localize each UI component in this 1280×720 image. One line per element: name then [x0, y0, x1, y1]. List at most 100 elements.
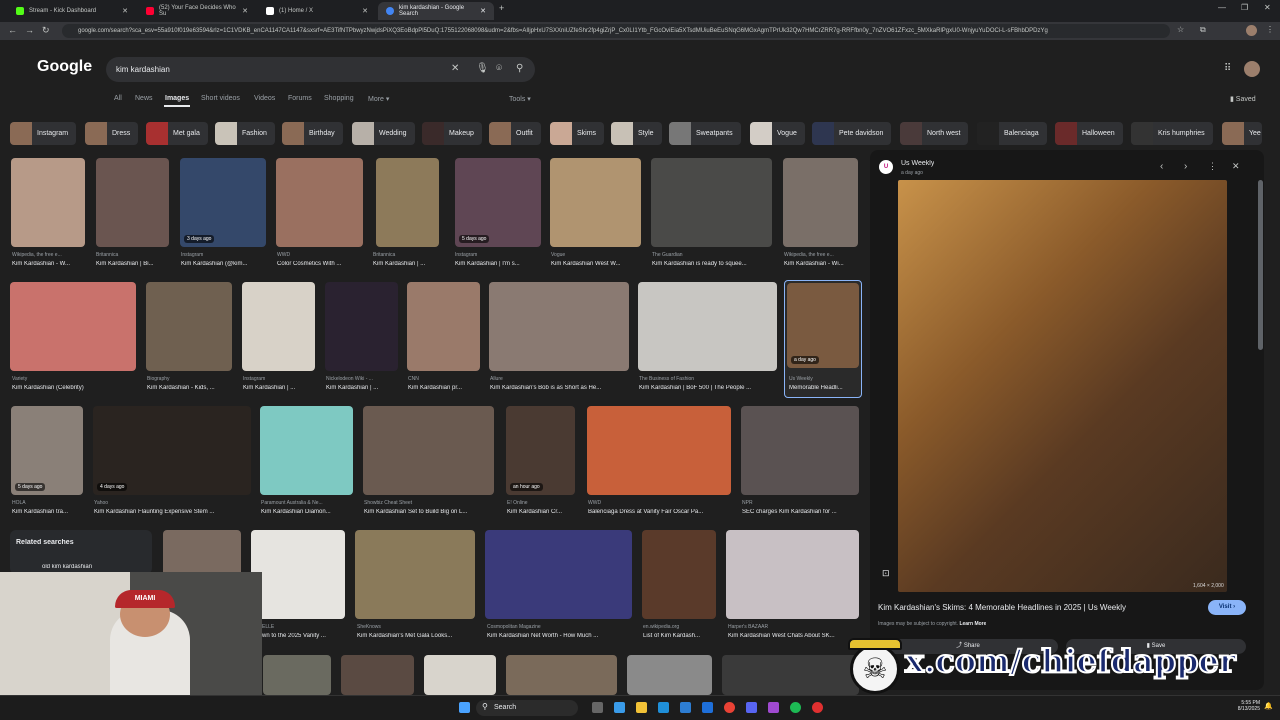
- result-image[interactable]: [11, 158, 85, 247]
- result-caption[interactable]: Kim Kardashian - Kids, ...: [147, 385, 233, 391]
- result-source[interactable]: Wikipedia, the free e...: [12, 252, 84, 258]
- taskbar-search[interactable]: Search: [476, 700, 578, 716]
- result-source[interactable]: The Guardian: [652, 252, 772, 258]
- close-icon[interactable]: ✕: [242, 7, 248, 15]
- copilot-icon[interactable]: [614, 702, 625, 713]
- result-source[interactable]: E! Online: [507, 500, 575, 506]
- panel-source[interactable]: Us Weekly: [901, 160, 934, 167]
- extensions-icon[interactable]: ⧉: [1200, 25, 1206, 35]
- tab-forums[interactable]: Forums: [288, 95, 312, 102]
- obs-icon[interactable]: [812, 702, 823, 713]
- result-source[interactable]: Biography: [147, 376, 233, 382]
- close-icon[interactable]: ✕: [122, 7, 128, 15]
- result-image[interactable]: [783, 158, 858, 247]
- search-input[interactable]: kim kardashian: [106, 57, 535, 82]
- chip[interactable]: Instagram: [10, 122, 77, 145]
- result-source[interactable]: Britannica: [373, 252, 443, 258]
- browser-tab-google[interactable]: kim kardashian - Google Search ✕: [378, 2, 494, 20]
- result-caption[interactable]: List of Kim Kardash...: [643, 633, 716, 639]
- clock[interactable]: 5:55 PM 8/13/2025: [1232, 700, 1260, 712]
- panel-scrollbar[interactable]: [1258, 180, 1263, 350]
- menu-icon[interactable]: ⋮: [1266, 25, 1274, 34]
- chip[interactable]: Yee: [1222, 122, 1262, 145]
- result-caption[interactable]: Memorable Headli...: [789, 385, 859, 391]
- result-source[interactable]: Wikipedia, the free e...: [784, 252, 858, 258]
- result-image[interactable]: [627, 655, 712, 695]
- chip[interactable]: Dress: [85, 122, 139, 145]
- close-icon[interactable]: ✕: [362, 7, 368, 15]
- back-icon[interactable]: ←: [8, 25, 17, 35]
- result-image[interactable]: [485, 530, 632, 619]
- result-image[interactable]: [376, 158, 439, 247]
- result-caption[interactable]: Kim Kardashian | Bi...: [96, 261, 168, 267]
- chrome-icon[interactable]: [724, 702, 735, 713]
- result-image[interactable]: [355, 530, 475, 619]
- lens-icon[interactable]: ⌾: [496, 63, 502, 74]
- result-source[interactable]: CNN: [408, 376, 480, 382]
- result-caption[interactable]: Kim Kardashian's Met Gala Looks...: [357, 633, 475, 639]
- result-caption[interactable]: Kim Kardashian | ...: [373, 261, 443, 267]
- result-image[interactable]: [251, 530, 345, 619]
- result-image[interactable]: [489, 282, 629, 371]
- task-view-icon[interactable]: [592, 702, 603, 713]
- chip[interactable]: Birthday: [282, 122, 343, 145]
- discord-icon[interactable]: [746, 702, 757, 713]
- result-image[interactable]: [726, 530, 859, 619]
- chip[interactable]: Fashion: [215, 122, 275, 145]
- result-source[interactable]: Vogue: [551, 252, 641, 258]
- result-image[interactable]: 5 days ago: [11, 406, 83, 495]
- result-caption[interactable]: Kim Kardashian Diamon...: [261, 509, 353, 515]
- saved-button[interactable]: ▮ Saved: [1230, 95, 1256, 103]
- result-caption[interactable]: Kim Kardashian Set to Build Big on L...: [364, 509, 494, 515]
- chip[interactable]: Sweatpants: [669, 122, 741, 145]
- close-panel-icon[interactable]: ✕: [1232, 161, 1240, 172]
- result-source[interactable]: HOLA: [12, 500, 84, 506]
- visit-button[interactable]: Visit ›: [1208, 600, 1246, 615]
- new-tab-button[interactable]: +: [499, 3, 504, 13]
- chip[interactable]: Outfit: [489, 122, 541, 145]
- edge-icon[interactable]: [658, 702, 669, 713]
- result-caption[interactable]: SEC charges Kim Kardashian for ...: [742, 509, 859, 515]
- file-explorer-icon[interactable]: [636, 702, 647, 713]
- result-source[interactable]: Paramount Australia & Ne...: [261, 500, 353, 506]
- result-source[interactable]: Harper's BAZAAR: [728, 624, 859, 630]
- maximize-icon[interactable]: ❐: [1241, 3, 1248, 12]
- result-source[interactable]: Nickelodeon Wiki - ...: [326, 376, 398, 382]
- chip[interactable]: Style: [611, 122, 662, 145]
- account-avatar[interactable]: [1244, 61, 1260, 77]
- result-image[interactable]: 4 days ago: [93, 406, 251, 495]
- result-image[interactable]: [242, 282, 315, 371]
- chip[interactable]: Vogue: [750, 122, 805, 145]
- apps-icon[interactable]: ⠿: [1224, 63, 1231, 74]
- result-source[interactable]: The Business of Fashion: [639, 376, 777, 382]
- chip[interactable]: Met gala: [146, 122, 208, 145]
- result-source[interactable]: WWD: [277, 252, 363, 258]
- preview-image[interactable]: [898, 180, 1227, 592]
- result-caption[interactable]: Kim Kardashian | BoF 500 | The People ..…: [639, 385, 777, 391]
- chip[interactable]: Skims: [550, 122, 605, 145]
- result-caption[interactable]: wn to the 2025 Vanity ...: [262, 633, 346, 639]
- google-logo[interactable]: Google: [37, 58, 92, 76]
- result-source[interactable]: Allure: [490, 376, 630, 382]
- tab-shopping[interactable]: Shopping: [324, 95, 354, 102]
- result-source[interactable]: ELLE: [262, 624, 346, 630]
- result-image[interactable]: [587, 406, 731, 495]
- result-image[interactable]: [341, 655, 414, 695]
- result-image[interactable]: 3 days ago: [180, 158, 266, 247]
- related-search-item[interactable]: old kim kardashian: [42, 564, 92, 570]
- result-caption[interactable]: Kim Kardashian West W...: [551, 261, 641, 267]
- next-icon[interactable]: ›: [1184, 161, 1187, 172]
- result-caption[interactable]: Kim Kardashian Net Worth - How Much ...: [487, 633, 632, 639]
- tab-all[interactable]: All: [114, 95, 122, 102]
- chip[interactable]: Balenciaga: [977, 122, 1047, 145]
- result-caption[interactable]: Kim Kardashian tra...: [12, 509, 88, 515]
- close-window-icon[interactable]: ✕: [1264, 3, 1271, 12]
- result-source[interactable]: en.wikipedia.org: [643, 624, 716, 630]
- app-icon[interactable]: [702, 702, 713, 713]
- search-icon[interactable]: ⚲: [516, 63, 523, 74]
- tab-images[interactable]: Images: [165, 95, 189, 102]
- close-icon[interactable]: ✕: [480, 7, 486, 15]
- tab-news[interactable]: News: [135, 95, 153, 102]
- chip[interactable]: Halloween: [1055, 122, 1123, 145]
- reload-icon[interactable]: ↻: [42, 25, 50, 36]
